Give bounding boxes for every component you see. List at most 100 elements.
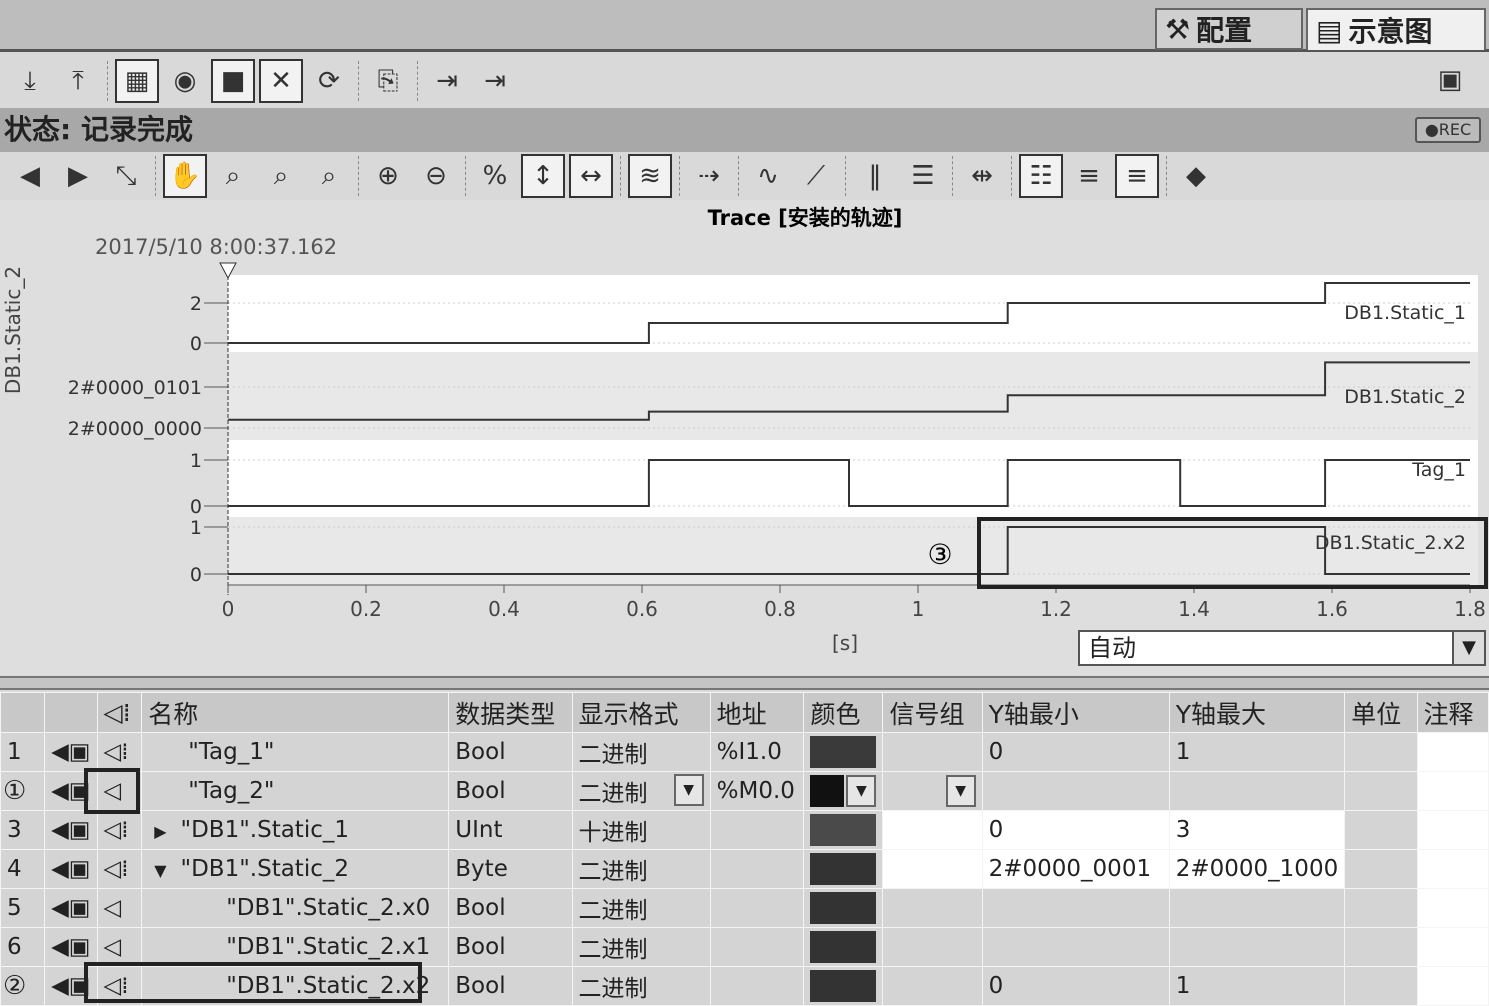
signal-name[interactable]: "DB1".Static_2.x1: [141, 927, 450, 967]
column-header[interactable]: 信号组: [882, 692, 983, 733]
x-100-icon[interactable]: ↔: [569, 154, 613, 198]
fit-icon[interactable]: ⤡: [104, 154, 148, 198]
y-max[interactable]: [1168, 888, 1346, 928]
time-cursor-icon[interactable]: ⇢: [687, 154, 731, 198]
y-max[interactable]: [1168, 771, 1346, 811]
measure-icon[interactable]: ⇹: [960, 154, 1004, 198]
display-format[interactable]: 二进制: [571, 732, 711, 772]
delete-trace-icon[interactable]: ✕: [259, 59, 303, 103]
y-min[interactable]: [981, 771, 1170, 811]
color-cell[interactable]: [803, 927, 884, 967]
column-header[interactable]: Y轴最小: [981, 692, 1170, 733]
forward-icon[interactable]: ▶: [56, 154, 100, 198]
zoom-y-icon[interactable]: ⌕: [307, 154, 351, 198]
column-header[interactable]: 颜色: [803, 692, 884, 733]
chevron-down-icon[interactable]: ▼: [945, 775, 976, 807]
unit[interactable]: [1344, 966, 1418, 1006]
visibility-off-icon[interactable]: ◁: [96, 771, 143, 811]
y-min[interactable]: 2#0000_0001: [981, 849, 1170, 889]
visibility-header-icon[interactable]: ◁⁞: [96, 692, 143, 733]
visibility-icon[interactable]: ◁⁞: [96, 732, 143, 772]
visibility-icon[interactable]: ◁⁞: [96, 810, 143, 850]
zoom-x-icon[interactable]: ⌕: [259, 154, 303, 198]
signal-name[interactable]: "Tag_1": [141, 732, 450, 772]
observe-icon[interactable]: ▦: [115, 59, 159, 103]
export-all-icon[interactable]: ⇥: [473, 59, 517, 103]
tab-config[interactable]: ⚒ 配置: [1155, 8, 1303, 50]
column-header[interactable]: [44, 692, 98, 733]
y-max[interactable]: 3: [1168, 810, 1346, 850]
hand-icon[interactable]: ✋: [163, 154, 207, 198]
table-row[interactable]: ① ◀▣ ◁ "Tag_2" Bool 二进制 ▼ %M0.0 ▼ ▼: [0, 771, 1489, 811]
visibility-off-icon[interactable]: ◁⁞: [96, 966, 143, 1006]
signal-group[interactable]: [882, 810, 983, 850]
y-max[interactable]: 1: [1168, 966, 1346, 1006]
color-cell[interactable]: [803, 966, 884, 1006]
unit[interactable]: [1344, 888, 1418, 928]
export-icon[interactable]: ⇥: [425, 59, 469, 103]
color-swatch[interactable]: [810, 970, 877, 1002]
color-swatch[interactable]: [810, 892, 877, 924]
signal-group[interactable]: [882, 732, 983, 772]
color-cell[interactable]: [803, 732, 884, 772]
refresh-icon[interactable]: ⟳: [307, 59, 351, 103]
line-chart-icon[interactable]: ∿: [746, 154, 790, 198]
comment[interactable]: [1416, 849, 1489, 889]
y-100-icon[interactable]: ↕: [521, 154, 565, 198]
unit[interactable]: [1344, 927, 1418, 967]
tab-diagram[interactable]: ▤ 示意图: [1306, 8, 1486, 50]
display-format[interactable]: 二进制 ▼: [571, 771, 711, 811]
signal-name[interactable]: ▼ "DB1".Static_2: [141, 849, 450, 889]
download-icon[interactable]: ⤓: [8, 59, 52, 103]
signal-name[interactable]: "DB1".Static_2.x0: [141, 888, 450, 928]
color-cell[interactable]: [803, 888, 884, 928]
color-swatch[interactable]: [810, 775, 845, 807]
color-swatch[interactable]: [810, 853, 877, 885]
color-cell[interactable]: ▼: [803, 771, 884, 811]
trace-chart[interactable]: Trace [安装的轨迹] 2017/5/10 8:00:37.162 DB1.St…: [0, 200, 1489, 675]
y-min[interactable]: [981, 927, 1170, 967]
y-max[interactable]: 1: [1168, 732, 1346, 772]
display-format[interactable]: 二进制: [571, 927, 711, 967]
table-row[interactable]: 4 ◀▣ ◁⁞ ▼ "DB1".Static_2 Byte 二进制 2#0000_…: [0, 849, 1489, 889]
table-row[interactable]: 3 ◀▣ ◁⁞ ▶ "DB1".Static_1 UInt 十进制 0 3: [0, 810, 1489, 850]
zoom-area-icon[interactable]: ⌕: [211, 154, 255, 198]
chevron-down-icon[interactable]: ▼: [846, 775, 877, 807]
signal-name[interactable]: "Tag_2": [141, 771, 450, 811]
column-header[interactable]: [0, 692, 46, 733]
display-format[interactable]: 二进制: [571, 888, 711, 928]
table-row[interactable]: 6 ◀▣ ◁ "DB1".Static_2.x1 Bool 二进制: [0, 927, 1489, 967]
signal-group[interactable]: [882, 849, 983, 889]
column-header[interactable]: Y轴最大: [1168, 692, 1346, 733]
y-max[interactable]: 2#0000_1000: [1168, 849, 1346, 889]
signal-group[interactable]: ▼: [882, 771, 983, 811]
y-min[interactable]: 0: [981, 966, 1170, 1006]
zoom-100-icon[interactable]: %: [473, 154, 517, 198]
record-icon[interactable]: ◉: [163, 59, 207, 103]
signal-name[interactable]: ▶ "DB1".Static_1: [141, 810, 450, 850]
unit[interactable]: [1344, 771, 1418, 811]
back-icon[interactable]: ◀: [8, 154, 52, 198]
signal-stack-icon[interactable]: ≋: [628, 154, 672, 198]
unit[interactable]: [1344, 849, 1418, 889]
color-swatch[interactable]: [810, 931, 877, 963]
stop-record-icon[interactable]: ■: [211, 59, 255, 103]
chevron-down-icon[interactable]: ▼: [673, 774, 704, 806]
y-max[interactable]: [1168, 927, 1346, 967]
column-header[interactable]: 名称: [141, 692, 450, 733]
color-swatch[interactable]: [810, 814, 877, 846]
visibility-off-icon[interactable]: ◁: [96, 888, 143, 928]
layout-icon[interactable]: ▣: [1428, 58, 1472, 102]
diagonal-icon[interactable]: ⟋: [794, 154, 838, 198]
signal-group[interactable]: [882, 966, 983, 1006]
expand-icon[interactable]: ▶: [154, 822, 166, 841]
display-format[interactable]: 二进制: [571, 849, 711, 889]
comment[interactable]: [1416, 888, 1489, 928]
unit[interactable]: [1344, 810, 1418, 850]
display-format[interactable]: 十进制: [571, 810, 711, 850]
horizontal-cursor-icon[interactable]: ☰: [901, 154, 945, 198]
display-format[interactable]: 二进制: [571, 966, 711, 1006]
table-row[interactable]: 5 ◀▣ ◁ "DB1".Static_2.x0 Bool 二进制: [0, 888, 1489, 928]
column-header[interactable]: 显示格式: [571, 692, 711, 733]
color-cell[interactable]: [803, 810, 884, 850]
